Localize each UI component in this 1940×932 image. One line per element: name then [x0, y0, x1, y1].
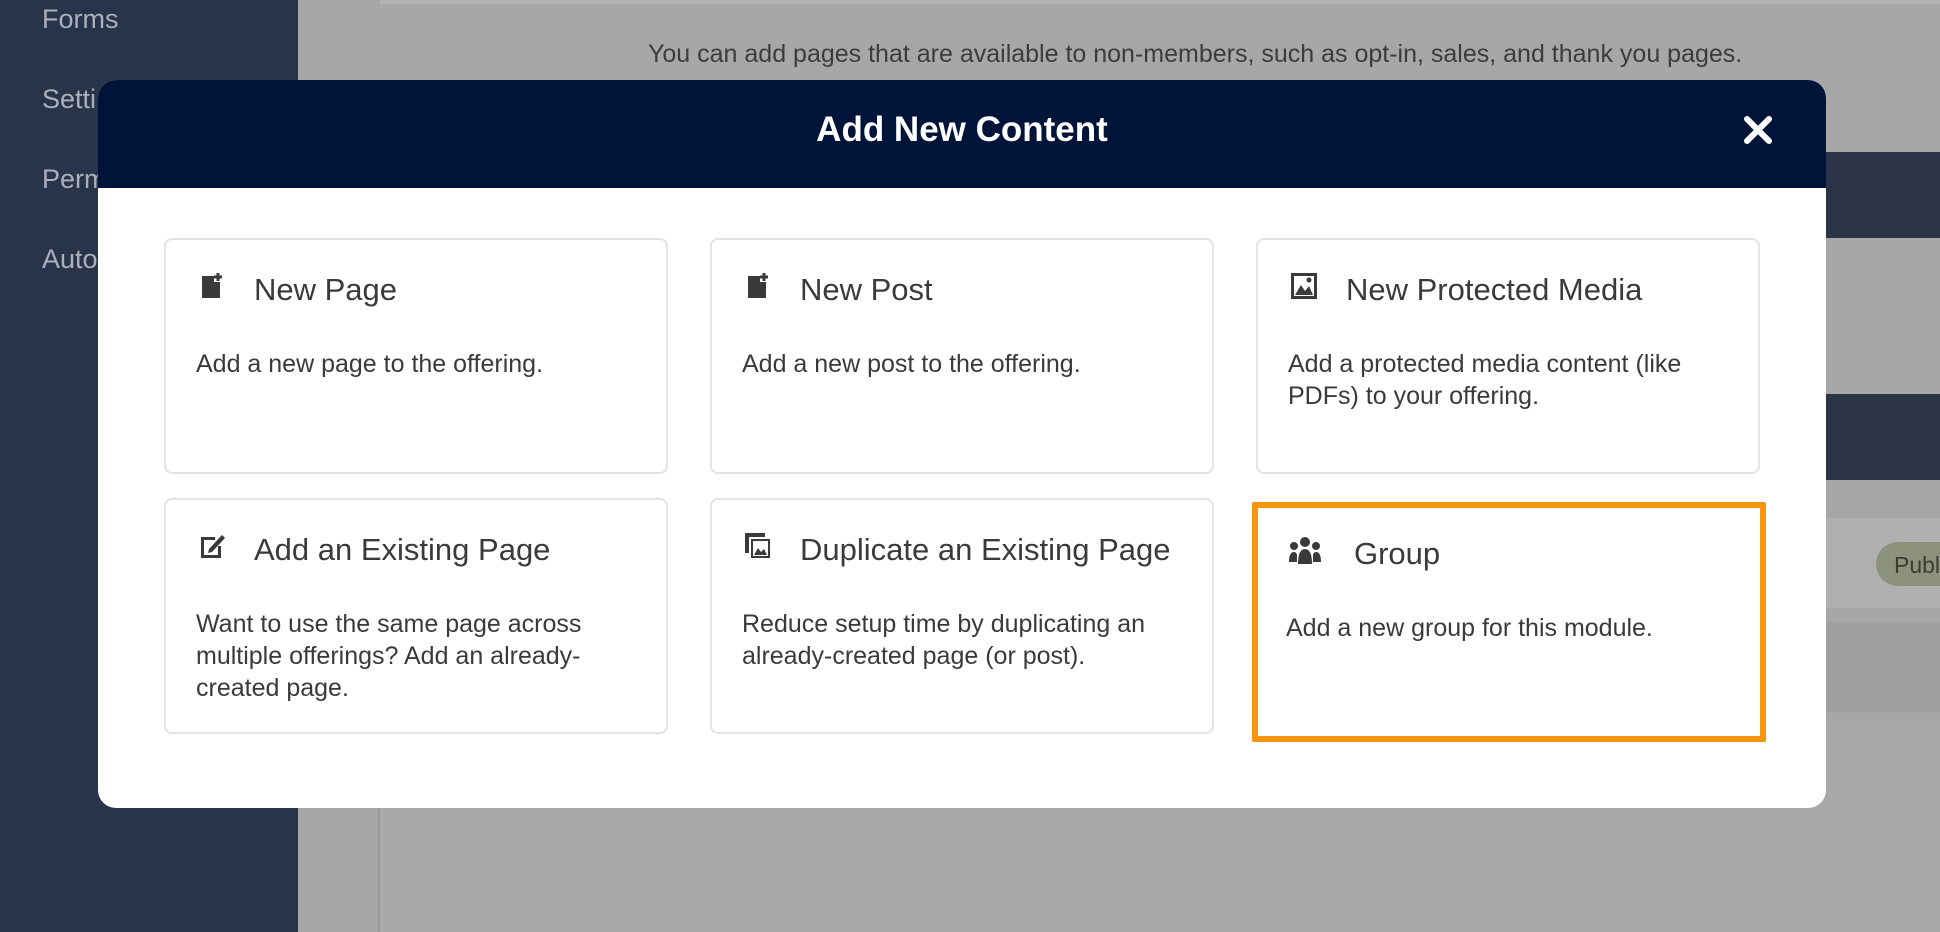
sidebar-item-settings[interactable]: Setti	[42, 84, 96, 115]
card-title: New Post	[800, 272, 933, 307]
card-description: Want to use the same page across multipl…	[196, 610, 582, 702]
modal-title: Add New Content	[816, 110, 1108, 149]
card-description: Add a protected media content (like PDFs…	[1288, 350, 1682, 410]
media-icon	[1290, 272, 1318, 300]
close-icon	[1744, 116, 1772, 144]
card-description: Reduce setup time by duplicating an alre…	[742, 610, 1146, 670]
modal-header: Add New Content	[98, 80, 1826, 188]
new-page-icon	[198, 272, 226, 300]
section-header-bar	[1820, 394, 1940, 480]
new-post-icon	[744, 272, 772, 300]
status-badge: Publ	[1876, 542, 1940, 586]
sidebar-item-permissions[interactable]: Perm	[42, 164, 107, 195]
close-button[interactable]	[1738, 110, 1778, 150]
card-title: Group	[1354, 536, 1441, 571]
duplicate-existing-page-option[interactable]: Duplicate an Existing Page Reduce setup …	[710, 498, 1214, 734]
card-description: Add a new group for this module.	[1286, 614, 1653, 642]
group-option[interactable]: Group Add a new group for this module.	[1252, 502, 1766, 742]
sidebar-item-forms[interactable]: Forms	[42, 4, 119, 35]
card-description: Add a new page to the offering.	[196, 350, 544, 378]
card-title: New Page	[254, 272, 398, 307]
top-card-edge	[380, 0, 1940, 4]
add-content-modal: Add New Content New Page Add a new page …	[98, 80, 1826, 808]
card-title: Duplicate an Existing Page	[800, 532, 1171, 567]
card-title: New Protected Media	[1346, 272, 1643, 307]
card-description: Add a new post to the offering.	[742, 350, 1081, 378]
new-protected-media-option[interactable]: New Protected Media Add a protected medi…	[1256, 238, 1760, 474]
new-post-option[interactable]: New Post Add a new post to the offering.	[710, 238, 1214, 474]
public-pages-info-text: You can add pages that are available to …	[648, 40, 1743, 68]
section-header-bar	[1820, 152, 1940, 238]
add-existing-page-option[interactable]: Add an Existing Page Want to use the sam…	[164, 498, 668, 734]
edit-page-icon	[198, 532, 226, 560]
card-title: Add an Existing Page	[254, 532, 551, 567]
duplicate-icon	[744, 532, 772, 560]
sidebar-item-automations[interactable]: Auto	[42, 244, 98, 275]
new-page-option[interactable]: New Page Add a new page to the offering.	[164, 238, 668, 474]
group-icon	[1288, 536, 1322, 566]
